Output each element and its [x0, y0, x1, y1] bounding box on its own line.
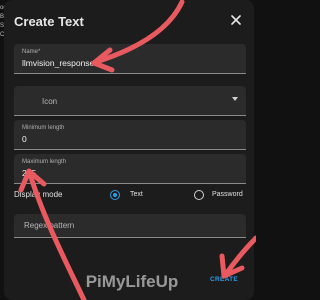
- radio-text-label: Text: [130, 191, 143, 198]
- display-mode-label: Display mode: [14, 190, 63, 199]
- radio-password[interactable]: [194, 190, 204, 200]
- watermark-logo: PiMyLifeUp: [85, 272, 179, 291]
- dialog-title: Create Text: [14, 14, 84, 29]
- minimum-length-field[interactable]: Minimum length 0: [14, 120, 246, 150]
- name-field[interactable]: Name* llmvision_response: [14, 44, 246, 74]
- create-text-dialog: Create Text Name* llmvision_response Ico…: [4, 0, 254, 300]
- icon-picker-placeholder: Icon: [42, 97, 58, 106]
- radio-password-label: Password: [212, 191, 243, 198]
- close-icon[interactable]: [228, 12, 244, 28]
- radio-text[interactable]: [110, 190, 120, 200]
- chevron-down-icon[interactable]: [232, 97, 238, 101]
- minimum-length-value: 0: [22, 134, 27, 144]
- maximum-length-label: Maximum length: [22, 159, 67, 165]
- icon-picker[interactable]: Icon: [14, 86, 246, 116]
- minimum-length-label: Minimum length: [22, 125, 65, 131]
- regex-pattern-field[interactable]: Regex pattern: [14, 214, 246, 238]
- name-field-value: llmvision_response: [22, 58, 95, 68]
- create-button[interactable]: CREATE: [210, 276, 238, 283]
- maximum-length-field[interactable]: Maximum length 255: [14, 154, 246, 184]
- name-field-label: Name*: [22, 49, 41, 55]
- maximum-length-value: 255: [22, 168, 37, 178]
- regex-pattern-placeholder: Regex pattern: [24, 221, 75, 230]
